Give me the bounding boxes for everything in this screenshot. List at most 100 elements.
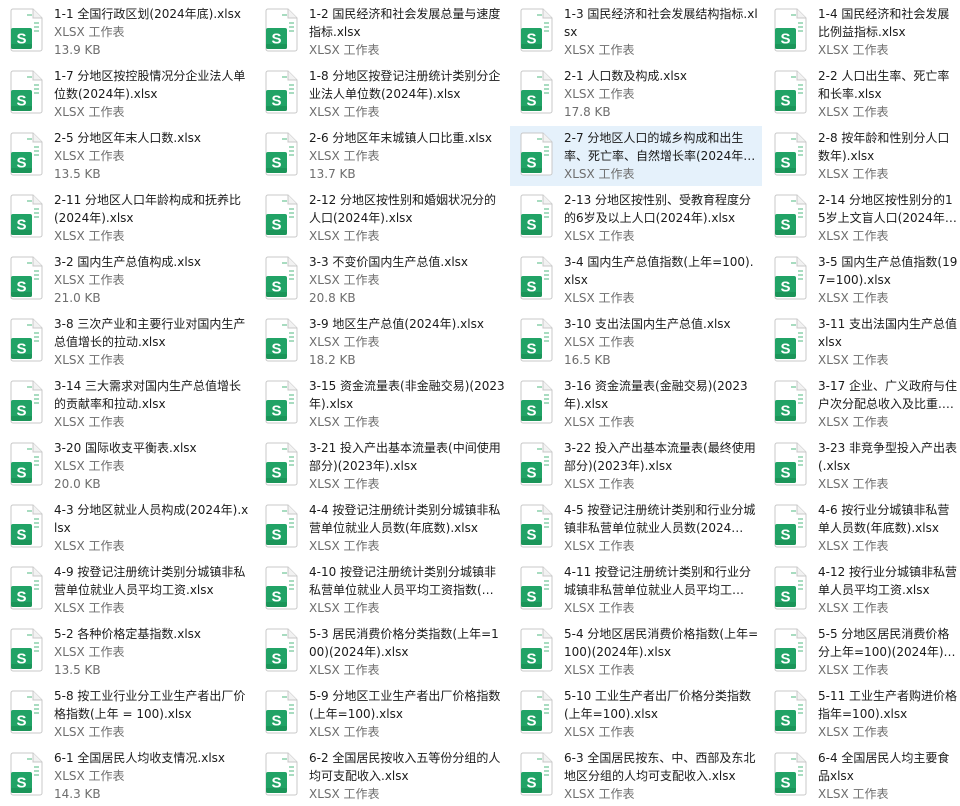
file-item[interactable]: S 6-4 全国居民人均主要食品xlsx XLSX 工作表 [764, 746, 960, 806]
file-type: XLSX 工作表 [54, 539, 125, 553]
file-item[interactable]: S 6-3 全国居民按东、中、西部及东北地区分组的人均可支配收入.xlsx XLSX… [510, 746, 762, 806]
excel-spreadsheet-icon: S [264, 8, 300, 52]
file-item[interactable]: S 4-6 按行业分城镇非私营单人员数(年底数).xlsx XLSX 工作表 [764, 498, 960, 558]
excel-spreadsheet-icon: S [9, 70, 45, 114]
file-item[interactable]: S 3-9 地区生产总值(2024年).xlsx XLSX 工作表 18.2 KB [255, 312, 507, 372]
file-item[interactable]: S 5-4 分地区居民消费价格指数(上年=100)(2024年).xlsx XLSX… [510, 622, 762, 682]
svg-text:S: S [526, 279, 536, 296]
file-item[interactable]: S 3-14 三大需求对国内生产总值增长的贡献率和拉动.xlsx XLSX 工作表 [0, 374, 252, 434]
svg-text:S: S [780, 465, 790, 482]
svg-text:S: S [271, 279, 281, 296]
file-item[interactable]: S 5-8 按工业行业分工业生产者出厂价格指数(上年 = 100).xlsx XLS… [0, 684, 252, 744]
file-item[interactable]: S 3-2 国内生产总值构成.xlsx XLSX 工作表 21.0 KB [0, 250, 252, 310]
file-type: XLSX 工作表 [54, 601, 125, 615]
file-item[interactable]: S 3-15 资金流量表(非金融交易)(2023年).xlsx XLSX 工作表 [255, 374, 507, 434]
file-item[interactable]: S 2-11 分地区人口年龄构成和抚养比(2024年).xlsx XLSX 工作表 [0, 188, 252, 248]
file-item[interactable]: S 4-12 按行业分城镇非私营单人员平均工资.xlsx XLSX 工作表 [764, 560, 960, 620]
excel-spreadsheet-icon: S [519, 442, 555, 486]
file-item[interactable]: S 2-5 分地区年末人口数.xlsx XLSX 工作表 13.5 KB [0, 126, 252, 186]
excel-spreadsheet-icon: S [773, 566, 809, 610]
file-item[interactable]: S 5-5 分地区居民消费价格分上年=100)(2024年).xlsx XLSX 工… [764, 622, 960, 682]
file-text-block: 1-3 国民经济和社会发展结构指标.xlsx XLSX 工作表 [564, 5, 760, 59]
file-item[interactable]: S 1-1 全国行政区划(2024年底).xlsx XLSX 工作表 13.9 KB [0, 2, 252, 62]
file-item[interactable]: S 3-10 支出法国内生产总值.xlsx XLSX 工作表 16.5 KB [510, 312, 762, 372]
file-item[interactable]: S 2-12 分地区按性别和婚姻状况分的人口(2024年).xlsx XLSX 工作… [255, 188, 507, 248]
file-name: 2-12 分地区按性别和婚姻状况分的人口(2024年).xlsx [309, 193, 497, 225]
svg-text:S: S [16, 93, 26, 110]
file-name: 5-10 工业生产者出厂价格分类指数(上年=100).xlsx [564, 689, 752, 721]
excel-spreadsheet-icon: S [264, 566, 300, 610]
file-item[interactable]: S 2-1 人口数及构成.xlsx XLSX 工作表 17.8 KB [510, 64, 762, 124]
file-item[interactable]: S 1-4 国民经济和社会发展比例益指标.xlsx XLSX 工作表 [764, 2, 960, 62]
file-item[interactable]: S 5-10 工业生产者出厂价格分类指数(上年=100).xlsx XLSX 工作表 [510, 684, 762, 744]
file-item[interactable]: S 2-6 分地区年末城镇人口比重.xlsx XLSX 工作表 13.7 KB [255, 126, 507, 186]
file-text-block: 5-9 分地区工业生产者出厂价格指数(上年=100).xlsx XLSX 工作表 [309, 687, 505, 741]
file-text-block: 6-1 全国居民人均收支情况.xlsx XLSX 工作表 14.3 KB [54, 749, 250, 803]
file-item[interactable]: S 2-14 分地区按性别分的15岁上文盲人口(2024年).xlsx XLSX 工… [764, 188, 960, 248]
file-text-block: 3-10 支出法国内生产总值.xlsx XLSX 工作表 16.5 KB [564, 315, 760, 369]
file-text-block: 2-8 按年龄和性别分人口数年).xlsx XLSX 工作表 [818, 129, 958, 183]
file-item[interactable]: S 3-16 资金流量表(金融交易)(2023年).xlsx XLSX 工作表 [510, 374, 762, 434]
file-item[interactable]: S 3-8 三次产业和主要行业对国内生产总值增长的拉动.xlsx XLSX 工作表 [0, 312, 252, 372]
file-name: 3-8 三次产业和主要行业对国内生产总值增长的拉动.xlsx [54, 317, 246, 349]
file-item[interactable]: S 1-2 国民经济和社会发展总量与速度指标.xlsx XLSX 工作表 [255, 2, 507, 62]
excel-spreadsheet-icon: S [9, 566, 45, 610]
file-text-block: 3-23 非竞争型投入产出表(.xlsx XLSX 工作表 [818, 439, 958, 493]
file-item[interactable]: S 1-8 分地区按登记注册统计类别分企业法人单位数(2024年).xlsx XLS… [255, 64, 507, 124]
file-item[interactable]: S 4-3 分地区就业人员构成(2024年).xlsx XLSX 工作表 [0, 498, 252, 558]
file-text-block: 2-11 分地区人口年龄构成和抚养比(2024年).xlsx XLSX 工作表 [54, 191, 250, 245]
file-type: XLSX 工作表 [309, 539, 380, 553]
file-item[interactable]: S 1-3 国民经济和社会发展结构指标.xlsx XLSX 工作表 [510, 2, 762, 62]
file-item[interactable]: S 3-5 国内生产总值指数(197=100).xlsx XLSX 工作表 [764, 250, 960, 310]
excel-spreadsheet-icon: S [519, 132, 555, 176]
file-item[interactable]: S 5-3 居民消费价格分类指数(上年=100)(2024年).xlsx XLSX … [255, 622, 507, 682]
svg-text:S: S [16, 713, 26, 730]
excel-spreadsheet-icon: S [519, 256, 555, 300]
file-type: XLSX 工作表 [54, 645, 125, 659]
file-item[interactable]: S 3-20 国际收支平衡表.xlsx XLSX 工作表 20.0 KB [0, 436, 252, 496]
file-item[interactable]: S 2-13 分地区按性别、受教育程度分的6岁及以上人口(2024年).xlsx X… [510, 188, 762, 248]
file-item[interactable]: S 6-2 全国居民按收入五等份分组的人均可支配收入.xlsx XLSX 工作表 [255, 746, 507, 806]
file-item[interactable]: S 4-10 按登记注册统计类别分城镇非私营单位就业人员平均工资指数(… XLSX … [255, 560, 507, 620]
file-item[interactable]: S 3-21 投入产出基本流量表(中间使用部分)(2023年).xlsx XLSX … [255, 436, 507, 496]
file-name: 3-3 不变价国内生产总值.xlsx [309, 255, 469, 269]
file-item[interactable]: S 2-8 按年龄和性别分人口数年).xlsx XLSX 工作表 [764, 126, 960, 186]
file-text-block: 4-4 按登记注册统计类别分城镇非私营单位就业人员数(年底数).xlsx XLSX… [309, 501, 505, 555]
file-name: 4-5 按登记注册统计类别和行业分城镇非私营单位就业人员数(2024… [564, 503, 756, 535]
file-name: 3-15 资金流量表(非金融交易)(2023年).xlsx [309, 379, 505, 411]
file-item[interactable]: S 4-11 按登记注册统计类别和行业分城镇非私营单位就业人员平均工… XLSX 工… [510, 560, 762, 620]
file-type: XLSX 工作表 [309, 477, 380, 491]
file-type: XLSX 工作表 [564, 335, 635, 349]
file-name: 2-5 分地区年末人口数.xlsx [54, 131, 202, 145]
file-item[interactable]: S 2-7 分地区人口的城乡构成和出生率、死亡率、自然增长率(2024年… XLSX… [510, 126, 762, 186]
file-item[interactable]: S 2-2 人口出生率、死亡率和长率.xlsx XLSX 工作表 [764, 64, 960, 124]
file-text-block: 3-15 资金流量表(非金融交易)(2023年).xlsx XLSX 工作表 [309, 377, 505, 431]
file-item[interactable]: S 5-2 各种价格定基指数.xlsx XLSX 工作表 13.5 KB [0, 622, 252, 682]
file-item[interactable]: S 4-4 按登记注册统计类别分城镇非私营单位就业人员数(年底数).xlsx XLS… [255, 498, 507, 558]
svg-text:S: S [780, 279, 790, 296]
file-item[interactable]: S 6-1 全国居民人均收支情况.xlsx XLSX 工作表 14.3 KB [0, 746, 252, 806]
file-item[interactable]: S 4-9 按登记注册统计类别分城镇非私营单位就业人员平均工资.xlsx XLSX … [0, 560, 252, 620]
file-size: 18.2 KB [309, 353, 356, 367]
svg-text:S: S [780, 93, 790, 110]
svg-text:S: S [526, 527, 536, 544]
file-item[interactable]: S 5-9 分地区工业生产者出厂价格指数(上年=100).xlsx XLSX 工作表 [255, 684, 507, 744]
excel-spreadsheet-icon: S [9, 442, 45, 486]
file-size: 13.7 KB [309, 167, 356, 181]
file-name: 3-23 非竞争型投入产出表(.xlsx [818, 441, 958, 473]
file-item[interactable]: S 3-11 支出法国内生产总值xlsx XLSX 工作表 [764, 312, 960, 372]
file-item[interactable]: S 3-4 国内生产总值指数(上年=100).xlsx XLSX 工作表 [510, 250, 762, 310]
file-item[interactable]: S 5-11 工业生产者购进价格指年=100).xlsx XLSX 工作表 [764, 684, 960, 744]
file-item[interactable]: S 3-17 企业、广义政府与住户次分配总收入及比重.xlsx XLSX 工作表 [764, 374, 960, 434]
file-text-block: 5-10 工业生产者出厂价格分类指数(上年=100).xlsx XLSX 工作表 [564, 687, 760, 741]
excel-spreadsheet-icon: S [773, 380, 809, 424]
svg-text:S: S [271, 713, 281, 730]
svg-text:S: S [271, 31, 281, 48]
file-item[interactable]: S 1-7 分地区按控股情况分企业法人单位数(2024年).xlsx XLSX 工作… [0, 64, 252, 124]
file-item[interactable]: S 4-5 按登记注册统计类别和行业分城镇非私营单位就业人员数(2024… XLSX… [510, 498, 762, 558]
excel-spreadsheet-icon: S [519, 70, 555, 114]
file-item[interactable]: S 3-3 不变价国内生产总值.xlsx XLSX 工作表 20.8 KB [255, 250, 507, 310]
file-item[interactable]: S 3-23 非竞争型投入产出表(.xlsx XLSX 工作表 [764, 436, 960, 496]
file-item[interactable]: S 3-22 投入产出基本流量表(最终使用部分)(2023年).xlsx XLSX … [510, 436, 762, 496]
file-type: XLSX 工作表 [818, 787, 889, 801]
